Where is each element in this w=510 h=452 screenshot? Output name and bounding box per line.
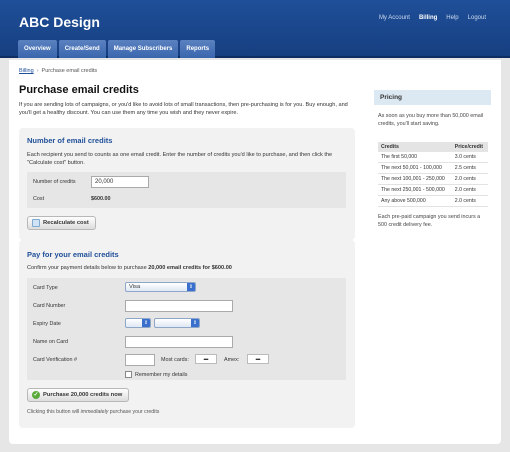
main-tabs: Overview Create/Send Manage Subscribers … — [18, 40, 216, 58]
remember-details-label: Remember my details — [135, 372, 188, 378]
cost-value: $600.00 — [91, 196, 111, 202]
page-intro: If you are sending lots of campaigns, or… — [19, 102, 348, 116]
payment-confirm-text: Confirm your payment details below to pu… — [27, 265, 232, 271]
recalculate-cost-label: Recalculate cost — [43, 220, 89, 226]
pricing-intro: As soon as you buy more than 50,000 emai… — [378, 113, 484, 127]
table-cell: The next 250,001 - 500,000 — [378, 184, 452, 196]
card-verification-input[interactable] — [125, 354, 155, 366]
table-cell: The first 50,000 — [378, 152, 452, 163]
table-cell: 3.0 cents — [451, 152, 488, 163]
table-row: The first 50,000 3.0 cents — [378, 152, 488, 163]
amex-cvv-hint-icon: ▬ — [247, 354, 269, 364]
table-cell: The next 50,001 - 100,000 — [378, 162, 452, 174]
recalculate-cost-button[interactable]: Recalculate cost — [27, 216, 96, 230]
credits-text: Each recipient you send to counts as one… — [27, 152, 333, 166]
table-row: Any above 500,000 2.0 cents — [378, 195, 488, 207]
card-verification-label: Card Verification # — [33, 357, 78, 363]
expiry-month-select[interactable]: ⇕ — [125, 318, 151, 328]
top-nav: My Account Billing Help Logout — [375, 13, 490, 23]
expiry-date-label: Expiry Date — [33, 321, 61, 327]
credits-heading: Number of email credits — [27, 136, 113, 145]
calculator-icon — [32, 219, 40, 227]
column-header: Price/credit — [451, 142, 488, 152]
tab-create-send[interactable]: Create/Send — [58, 40, 106, 58]
payment-panel: Pay for your email credits Confirm your … — [19, 240, 355, 428]
dropdown-arrow-icon: ⇕ — [191, 319, 199, 327]
payment-form: Card Type Visa ⇕ Card Number Expiry Date … — [27, 278, 346, 380]
pricing-table: Credits Price/credit The first 50,000 3.0 … — [378, 142, 488, 207]
topnav-help[interactable]: Help — [442, 13, 462, 23]
purchase-credits-button[interactable]: ✓ Purchase 20,000 credits now — [27, 388, 130, 402]
topnav-logout[interactable]: Logout — [464, 13, 490, 23]
table-cell: 2.0 cents — [451, 184, 488, 196]
checkmark-icon: ✓ — [32, 391, 40, 399]
app-logo: ABC Design — [19, 14, 100, 30]
dropdown-arrow-icon: ⇕ — [142, 319, 150, 327]
expiry-year-select[interactable]: ⇕ — [154, 318, 200, 328]
table-cell: The next 100,001 - 250,000 — [378, 173, 452, 185]
table-row: The next 50,001 - 100,000 2.5 cents — [378, 162, 488, 174]
number-of-credits-input[interactable]: 20,000 — [91, 176, 149, 188]
payment-heading: Pay for your email credits — [27, 250, 119, 259]
card-cvv-hint-icon: ▬ — [195, 354, 217, 364]
tab-overview[interactable]: Overview — [18, 40, 57, 58]
table-cell: 2.5 cents — [451, 162, 488, 174]
table-cell: 2.0 cents — [451, 173, 488, 185]
remember-details-checkbox[interactable] — [125, 371, 132, 378]
table-cell: Any above 500,000 — [378, 195, 452, 207]
purchase-footnote: Clicking this button will immediately pu… — [27, 409, 160, 415]
name-on-card-input[interactable] — [125, 336, 233, 348]
card-number-label: Card Number — [33, 303, 66, 309]
pricing-heading: Pricing — [374, 90, 491, 105]
page-title: Purchase email credits — [19, 84, 139, 96]
tab-manage-subscribers[interactable]: Manage Subscribers — [107, 40, 179, 58]
dropdown-arrow-icon: ⇕ — [187, 283, 195, 291]
purchase-credits-label: Purchase 20,000 credits now — [43, 392, 123, 398]
number-of-credits-label: Number of credits — [33, 179, 76, 185]
pricing-note: Each pre-paid campaign you send incurs a… — [378, 214, 481, 228]
name-on-card-label: Name on Card — [33, 339, 69, 345]
table-row: The next 250,001 - 500,000 2.0 cents — [378, 184, 488, 196]
app-header: ABC Design My Account Billing Help Logou… — [0, 0, 510, 58]
card-type-label: Card Type — [33, 285, 58, 291]
breadcrumb: Billing › Purchase email credits — [19, 68, 98, 74]
topnav-billing[interactable]: Billing — [415, 13, 441, 23]
column-header: Credits — [378, 142, 452, 152]
tab-reports[interactable]: Reports — [180, 40, 216, 58]
card-type-select[interactable]: Visa ⇕ — [125, 282, 196, 292]
amex-label: Amex: — [224, 357, 240, 363]
most-cards-label: Most cards: — [161, 357, 189, 363]
topnav-my-account[interactable]: My Account — [375, 13, 414, 23]
breadcrumb-billing[interactable]: Billing — [19, 68, 34, 74]
card-number-input[interactable] — [125, 300, 233, 312]
content-area: Billing › Purchase email credits Purchase … — [9, 60, 501, 444]
table-row: The next 100,001 - 250,000 2.0 cents — [378, 173, 488, 185]
table-cell: 2.0 cents — [451, 195, 488, 207]
cost-label: Cost — [33, 196, 45, 202]
credits-panel: Number of email credits Each recipient y… — [19, 128, 355, 240]
credits-form: Number of credits 20,000 Cost $600.00 — [27, 172, 346, 208]
breadcrumb-current: Purchase email credits — [41, 68, 98, 74]
